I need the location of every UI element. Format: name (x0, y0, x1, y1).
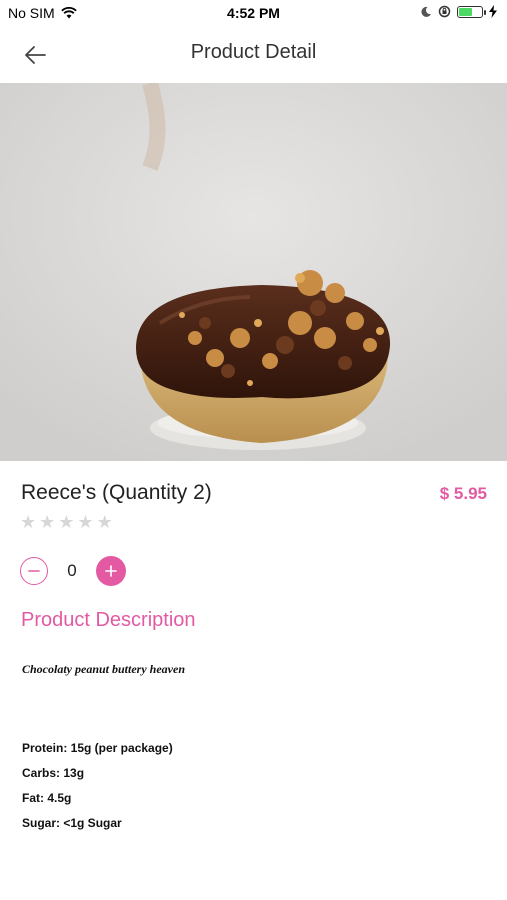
nutrition-item: Protein: 15g (per package) (22, 741, 173, 755)
increment-button[interactable] (96, 556, 126, 586)
nutrition-item: Sugar: <1g Sugar (22, 816, 122, 830)
star-icon[interactable]: ★ (97, 512, 113, 533)
product-image (0, 83, 507, 461)
minus-icon (28, 570, 40, 572)
star-icon[interactable]: ★ (77, 512, 93, 533)
charging-icon (489, 5, 497, 18)
decrement-button[interactable] (20, 557, 48, 585)
moon-icon (421, 6, 431, 17)
product-name: Reece's (Quantity 2) (21, 481, 212, 504)
star-icon[interactable]: ★ (39, 512, 55, 533)
nav-bar: Product Detail (0, 28, 507, 82)
quantity-stepper: 0 (20, 556, 126, 586)
status-right (420, 5, 497, 18)
description-tagline: Chocolaty peanut buttery heaven (22, 662, 185, 676)
star-icon[interactable]: ★ (58, 512, 74, 533)
status-bar: No SIM 4:52 PM (0, 0, 507, 28)
star-rating[interactable]: ★ ★ ★ ★ ★ (20, 512, 113, 533)
nutrition-list: Protein: 15g (per package) Carbs: 13g Fa… (22, 741, 173, 841)
nutrition-item: Carbs: 13g (22, 766, 85, 780)
nutrition-item: Fat: 4.5g (22, 791, 72, 805)
quantity-value: 0 (67, 561, 77, 580)
star-icon[interactable]: ★ (20, 512, 36, 533)
rotation-lock-icon (438, 5, 451, 18)
product-price: $ 5.95 (439, 484, 487, 503)
battery-icon (457, 5, 486, 18)
plus-icon (105, 565, 117, 577)
donut-illustration (0, 83, 507, 461)
page-title: Product Detail (190, 41, 317, 63)
battery-fill (459, 7, 473, 16)
description-heading: Product Description (21, 609, 196, 631)
